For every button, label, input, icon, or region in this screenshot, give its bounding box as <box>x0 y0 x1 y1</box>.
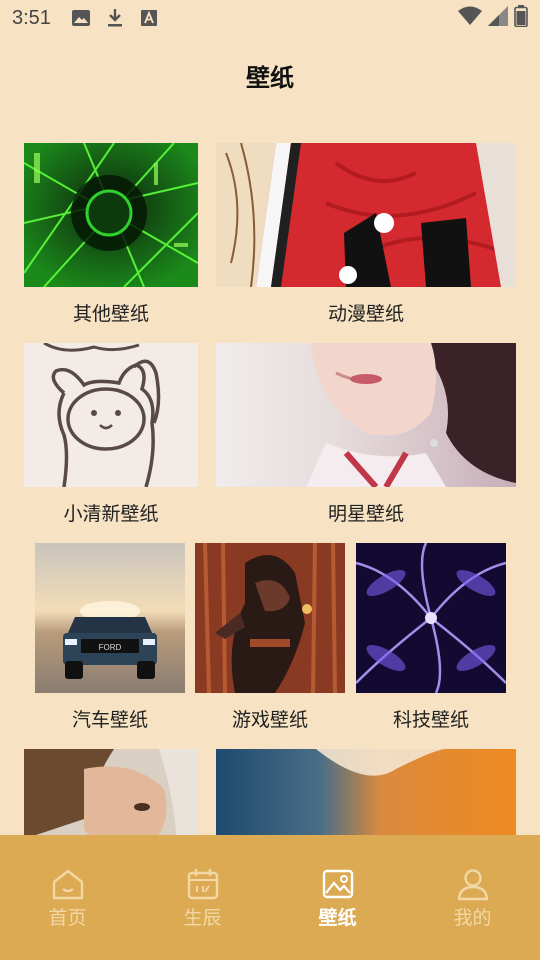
category-tile-tech[interactable] <box>356 543 506 693</box>
a-box-icon <box>139 8 159 28</box>
category-tile-game[interactable] <box>195 543 345 693</box>
category-label: 科技壁纸 <box>392 709 469 731</box>
category-tile-car[interactable]: FORD <box>35 543 185 693</box>
category-label: 小清新壁纸 <box>63 503 159 525</box>
status-right-group <box>458 4 528 32</box>
category-label: 动漫壁纸 <box>327 303 404 325</box>
profile-icon <box>457 869 488 901</box>
purple-fractal-image <box>356 543 506 693</box>
category-tile-star[interactable] <box>216 343 516 487</box>
nav-label: 首页 <box>48 907 87 929</box>
nav-item-home[interactable]: 首页 <box>0 835 135 960</box>
category-label: 游戏壁纸 <box>231 709 308 731</box>
bear-doodle-image <box>24 343 198 487</box>
wifi-icon <box>458 6 482 31</box>
green-abstract-image <box>24 143 198 287</box>
pickup-truck-image: FORD <box>35 543 185 693</box>
home-icon <box>52 869 83 900</box>
image-icon <box>71 8 91 28</box>
battery-icon <box>514 4 528 32</box>
svg-text:FORD: FORD <box>99 643 122 652</box>
category-label: 其他壁纸 <box>72 303 149 325</box>
category-tile-anime[interactable] <box>216 143 516 287</box>
status-time: 3:51 <box>12 6 51 29</box>
nav-label: 生辰 <box>183 907 222 929</box>
red-anime-jersey-image <box>216 143 516 287</box>
category-label: 明星壁纸 <box>327 503 404 525</box>
game-fighter-image <box>195 543 345 693</box>
nav-label: 壁纸 <box>318 907 357 929</box>
category-tile-fresh[interactable] <box>24 343 198 487</box>
woman-portrait-image <box>216 343 516 487</box>
picture-icon <box>322 869 353 899</box>
category-label: 汽车壁纸 <box>71 709 148 731</box>
nav-label: 我的 <box>453 907 492 929</box>
signal-icon <box>488 5 508 31</box>
nav-item-wallpaper[interactable]: 壁纸 <box>270 835 405 960</box>
bottom-nav: 首页 生辰 壁纸 我的 <box>0 835 540 960</box>
category-tile-other[interactable] <box>24 143 198 287</box>
calendar-icon <box>187 869 218 900</box>
status-bar: 3:51 <box>0 0 540 36</box>
nav-item-profile[interactable]: 我的 <box>405 835 540 960</box>
download-icon <box>105 8 125 28</box>
nav-item-birth[interactable]: 生辰 <box>135 835 270 960</box>
page-title: 壁纸 <box>246 64 294 92</box>
